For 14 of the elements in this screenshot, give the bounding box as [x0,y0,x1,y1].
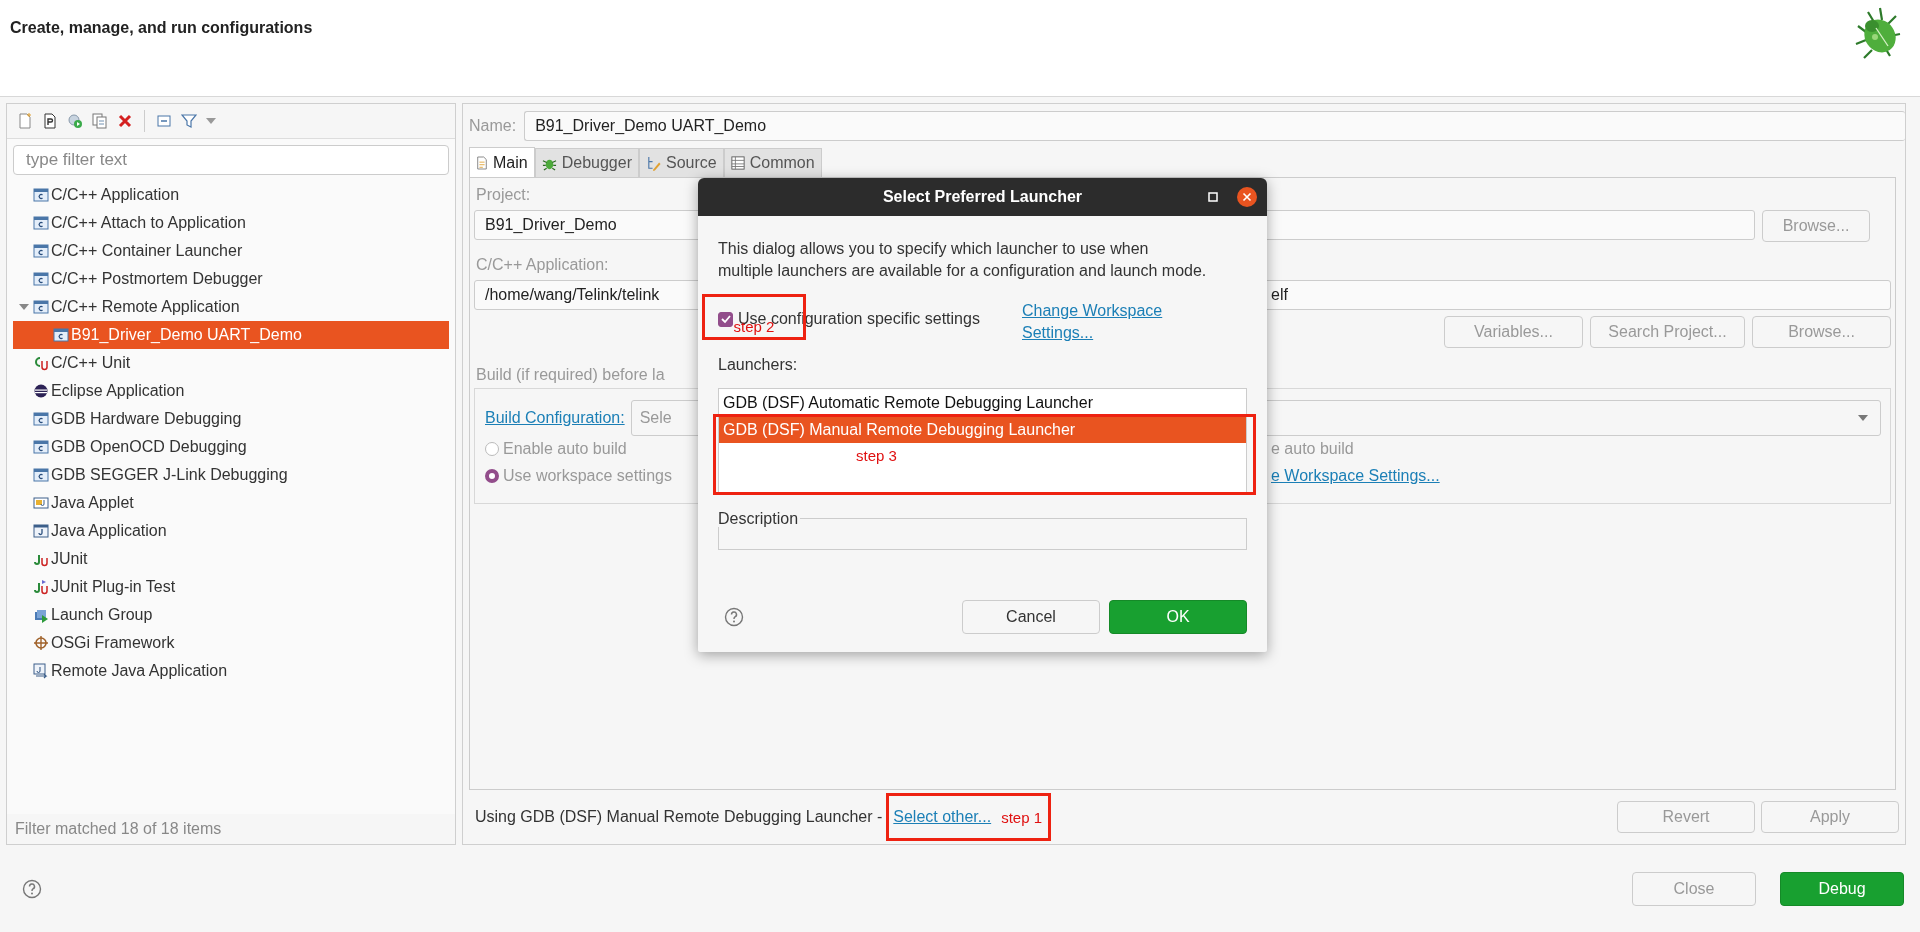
launchers-label: Launchers: [718,356,799,374]
dialog-heading: Create, manage, and run configurations [10,19,313,37]
step-label: step 1 [1001,808,1042,826]
filter-status: Filter matched 18 of 18 items [15,820,222,838]
name-label: Name: [469,117,517,135]
project-label: Project: [476,186,531,204]
launcher-status: Using GDB (DSF) Manual Remote Debugging Launcher - [475,808,883,826]
step-label: step 3 [856,447,897,464]
description-label: Description [718,510,801,527]
radio-option-label: e auto build [1271,439,1355,458]
application-label: C/C++ Application: [476,256,609,274]
dialog-title: Select Preferred Launcher [882,188,1083,206]
dialog-message: This dialog allows you to specify which launcher to use when multiple launchers are available for a configuration and launch mode. [718,239,1208,281]
build-group-title: Build (if required) before la [476,366,665,384]
